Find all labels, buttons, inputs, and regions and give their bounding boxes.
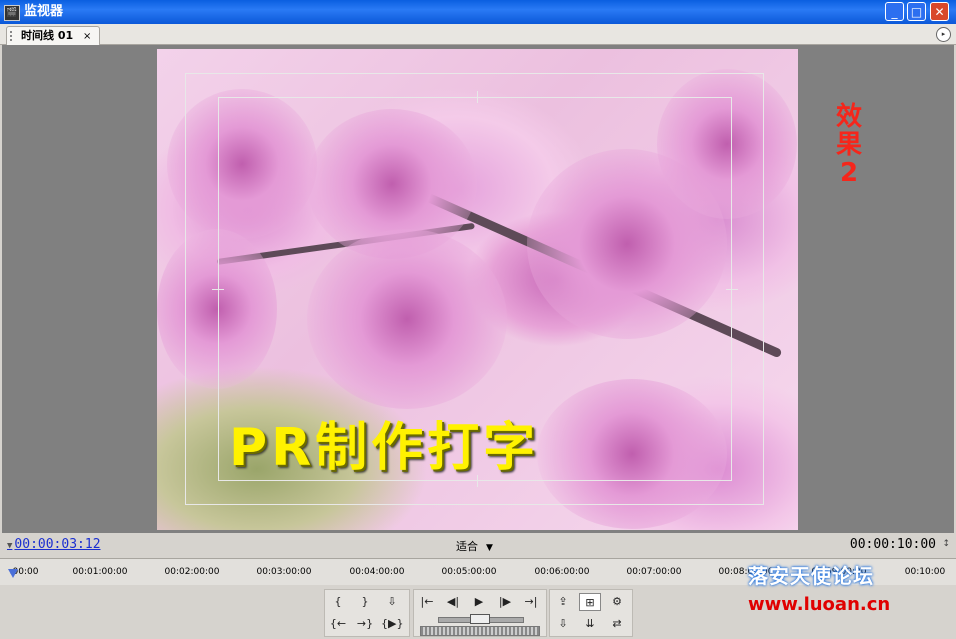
- ruler-tick-label: 00:10:00: [904, 567, 946, 577]
- tab-close-icon[interactable]: ×: [83, 31, 91, 42]
- program-monitor[interactable]: PR制作打字 效果2: [2, 45, 954, 533]
- safe-crosshair: [212, 289, 224, 290]
- set-marker-button[interactable]: ⇩: [381, 593, 403, 611]
- zoom-value: 适合: [456, 540, 478, 553]
- zoom-dropdown[interactable]: 适合 ▼: [456, 538, 493, 554]
- current-time-value[interactable]: 00:00:03:12: [14, 537, 100, 552]
- ruler-tick-label: 00:07:00:00: [626, 567, 682, 577]
- go-to-in-button[interactable]: {←: [327, 615, 349, 633]
- step-to-start-button[interactable]: |←: [416, 593, 438, 611]
- close-button[interactable]: ✕: [930, 2, 949, 21]
- tab-timeline-01[interactable]: 时间线 01 ×: [6, 26, 101, 45]
- mark-in-button[interactable]: {: [327, 593, 349, 611]
- safe-crosshair: [726, 289, 738, 290]
- panel-menu-button[interactable]: ▸: [936, 27, 951, 42]
- marker-triangle-icon: ▼: [7, 541, 13, 551]
- go-to-out-button[interactable]: →}: [354, 615, 376, 633]
- title-bar: 🎬 监视器 _ □ ✕: [0, 0, 956, 24]
- step-back-button[interactable]: ◀|: [442, 593, 464, 611]
- window-title: 监视器: [24, 4, 64, 19]
- trim-button[interactable]: ⇄: [606, 615, 628, 633]
- lift-button[interactable]: ⇩: [552, 615, 574, 633]
- ruler-tick-label: 00:05:00:00: [441, 567, 497, 577]
- minimize-button[interactable]: _: [885, 2, 904, 21]
- current-timecode[interactable]: ▼ 00:00:03:12: [7, 537, 101, 552]
- duration-toggle-icon[interactable]: ↕: [942, 539, 950, 549]
- step-to-end-button[interactable]: →|: [520, 593, 542, 611]
- safe-margins-button[interactable]: ⊞: [579, 593, 601, 611]
- playhead-marker[interactable]: [8, 569, 18, 578]
- tab-grip[interactable]: [10, 31, 17, 41]
- app-icon: 🎬: [4, 5, 20, 21]
- playback-button-group: |← ◀| ▶ |▶ →|: [413, 589, 547, 637]
- time-bar: ▼ 00:00:03:12 适合 ▼ 00:00:10:00 ↕: [0, 534, 956, 556]
- shuttle-knob[interactable]: [470, 614, 490, 624]
- ruler-tick-label: 00:06:00:00: [534, 567, 590, 577]
- jog-wheel[interactable]: [420, 626, 540, 636]
- step-forward-button[interactable]: |▶: [494, 593, 516, 611]
- edit-button-group: { } ⇩ {← →} {▶}: [324, 589, 410, 637]
- tab-label: 时间线 01: [21, 29, 74, 42]
- ruler-tick-label: 00:03:00:00: [256, 567, 312, 577]
- tab-bar: 时间线 01 × ▸: [0, 24, 956, 45]
- ruler-tick-label: 00:04:00:00: [349, 567, 405, 577]
- effect-label: 效果2: [835, 102, 862, 188]
- extract-button[interactable]: ⇊: [579, 615, 601, 633]
- maximize-button[interactable]: □: [907, 2, 926, 21]
- play-button[interactable]: ▶: [468, 593, 490, 611]
- play-in-to-out-button[interactable]: {▶}: [381, 615, 403, 633]
- safe-crosshair: [477, 91, 478, 103]
- output-settings-button[interactable]: ⚙: [606, 593, 628, 611]
- video-frame[interactable]: PR制作打字: [157, 49, 798, 530]
- watermark-title: 落安天使论坛: [748, 564, 874, 588]
- duration-timecode: 00:00:10:00: [849, 537, 936, 552]
- output-button-group: ⇪ ⊞ ⚙ ⇩ ⇊ ⇄: [549, 589, 633, 637]
- loop-button[interactable]: ⇪: [552, 593, 574, 611]
- ruler-tick-label: 00:01:00:00: [72, 567, 128, 577]
- chevron-down-icon: ▼: [486, 543, 493, 553]
- mark-out-button[interactable]: }: [354, 593, 376, 611]
- ruler-tick-label: 00:02:00:00: [164, 567, 220, 577]
- watermark-url: www.luoan.cn: [748, 594, 891, 615]
